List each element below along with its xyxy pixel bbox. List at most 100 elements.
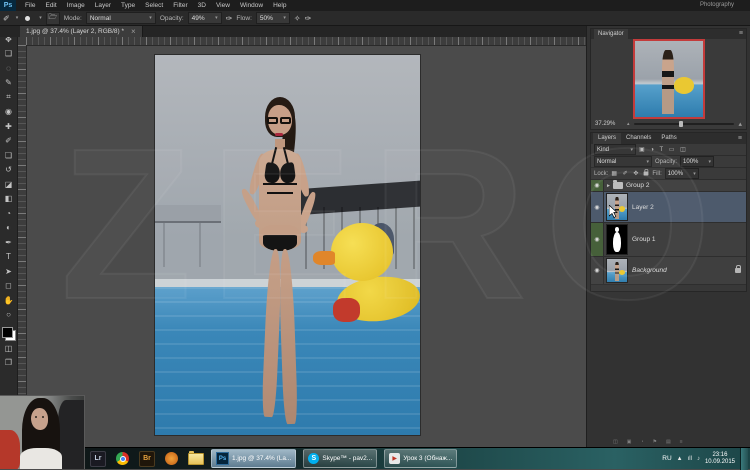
taskbar-photoshop-button[interactable]: Ps 1.jpg @ 37.4% (La... xyxy=(211,449,297,468)
tool-type[interactable]: T xyxy=(2,250,16,265)
tool-blur[interactable]: ◔ xyxy=(2,206,16,221)
workspace-switcher[interactable]: Photography xyxy=(700,0,734,11)
foreground-color-swatch[interactable] xyxy=(1,327,13,338)
brush-preview-icon[interactable] xyxy=(25,15,31,21)
menu-window[interactable]: Window xyxy=(235,0,268,11)
tool-marquee[interactable]: ❑ xyxy=(2,47,16,62)
lightroom-icon[interactable]: Lr xyxy=(90,450,106,467)
mode-select[interactable]: Normal ▾ xyxy=(85,12,156,24)
airbrush-icon[interactable]: ✧ xyxy=(294,12,301,25)
mini-icon[interactable]: ◔ xyxy=(640,439,643,445)
layer-row-background[interactable]: ◉ Background xyxy=(591,257,746,285)
fill-field[interactable]: 100% ▾ xyxy=(664,168,699,179)
menu-image[interactable]: Image xyxy=(62,0,90,11)
layer-row-group-2[interactable]: ◉ ► Group 2 xyxy=(591,180,746,192)
zoom-out-icon[interactable]: ▴ xyxy=(627,121,630,127)
tool-pen[interactable]: ✒ xyxy=(2,235,16,250)
navigator-zoom-slider[interactable] xyxy=(633,121,735,127)
horizontal-ruler[interactable] xyxy=(26,37,586,46)
tool-path-selection[interactable]: ➤ xyxy=(2,264,16,279)
close-icon[interactable]: × xyxy=(131,27,136,37)
canvas-area[interactable] xyxy=(18,37,586,447)
tool-lasso[interactable]: ◌ xyxy=(2,61,16,76)
lock-option-icons[interactable]: ▦ ✐ ✥ xyxy=(611,170,640,177)
tool-quick-selection[interactable]: ✎ xyxy=(2,76,16,91)
layers-opacity-field[interactable]: 100% ▾ xyxy=(680,156,715,167)
pressure-size-icon[interactable]: ✑ xyxy=(305,12,312,25)
tool-crop[interactable]: ⌗ xyxy=(2,90,16,105)
navigator-zoom-value[interactable]: 37.29% xyxy=(595,121,623,127)
blend-mode-select[interactable]: Normal ▾ xyxy=(594,156,652,167)
volume-icon[interactable]: ♪ xyxy=(697,456,700,462)
tool-history-brush[interactable]: ↺ xyxy=(2,163,16,178)
tool-dodge[interactable]: ◐ xyxy=(2,221,16,236)
menu-layer[interactable]: Layer xyxy=(90,0,116,11)
navigator-panel-menu-icon[interactable]: ≡ xyxy=(739,29,743,39)
layers-panel-menu-icon[interactable]: ≡ xyxy=(738,134,744,144)
menu-file[interactable]: File xyxy=(20,0,40,11)
zoom-in-icon[interactable]: ▴ xyxy=(738,120,742,128)
explorer-folder-icon[interactable] xyxy=(188,450,204,465)
pressure-opacity-icon[interactable]: ✑ xyxy=(226,12,233,25)
mini-icon[interactable]: ◫ xyxy=(613,439,618,445)
document-tab[interactable]: 1.jpg @ 37.4% (Layer 2, RGB/8) * × xyxy=(20,26,143,37)
tool-shape[interactable]: ◻ xyxy=(2,279,16,294)
menu-edit[interactable]: Edit xyxy=(40,0,61,11)
menu-help[interactable]: Help xyxy=(268,0,291,11)
expand-triangle-icon[interactable]: ► xyxy=(606,183,611,189)
layer-row-group-1[interactable]: ◉ Group 1 xyxy=(591,223,746,257)
chrome-icon[interactable] xyxy=(116,452,129,465)
filter-kind-select[interactable]: Kind ▾ xyxy=(594,144,636,155)
hidden-icons-arrow[interactable]: ▲ xyxy=(677,456,683,462)
tool-clone-stamp[interactable]: ❏ xyxy=(2,148,16,163)
menu-filter[interactable]: Filter xyxy=(168,0,192,11)
document-image[interactable] xyxy=(155,55,420,435)
visibility-toggle[interactable]: ◉ xyxy=(591,180,604,191)
tool-zoom[interactable]: ○ xyxy=(2,308,16,323)
tab-channels[interactable]: Channels xyxy=(621,133,656,144)
menu-view[interactable]: View xyxy=(211,0,235,11)
tool-preset-caret[interactable]: ▾ xyxy=(16,15,19,21)
clock[interactable]: 23:16 10.09.2015 xyxy=(705,452,735,466)
vertical-ruler[interactable] xyxy=(18,45,27,447)
brush-panel-toggle-icon[interactable]: 🗁 xyxy=(45,11,60,25)
visibility-toggle[interactable]: ◉ xyxy=(591,223,604,256)
lock-all-icon[interactable] xyxy=(644,169,649,176)
tool-brush[interactable]: ✐ xyxy=(2,134,16,149)
tool-hand[interactable]: ✋ xyxy=(2,293,16,308)
layer-thumbnail[interactable] xyxy=(606,258,628,283)
tab-navigator[interactable]: Navigator xyxy=(594,29,628,39)
flow-field[interactable]: 50% ▾ xyxy=(255,12,290,24)
tool-gradient[interactable]: ◧ xyxy=(2,192,16,207)
taskbar-skype-button[interactable]: S Skype™ - pav2... xyxy=(303,449,378,468)
show-desktop-button[interactable] xyxy=(740,447,748,470)
menu-type[interactable]: Type xyxy=(116,0,140,11)
menu-select[interactable]: Select xyxy=(140,0,168,11)
screen-mode-button[interactable]: ❐ xyxy=(2,356,16,371)
language-indicator[interactable]: RU xyxy=(662,455,671,462)
menu-3d[interactable]: 3D xyxy=(193,0,211,11)
layer-mask-thumbnail[interactable] xyxy=(606,224,628,255)
mini-icon[interactable]: ▣ xyxy=(627,439,632,445)
filter-type-icons[interactable]: ▣ ◑ T ▭ ◫ xyxy=(639,146,688,153)
opacity-field[interactable]: 49% ▾ xyxy=(187,12,222,24)
brush-picker-caret[interactable]: ▾ xyxy=(39,15,42,21)
mini-icon[interactable]: ≡ xyxy=(680,439,683,445)
tool-healing-brush[interactable]: ✚ xyxy=(2,119,16,134)
navigator-proxy-view[interactable] xyxy=(632,39,705,119)
zoom-slider-handle[interactable] xyxy=(678,121,683,127)
visibility-toggle[interactable]: ◉ xyxy=(591,192,604,222)
mini-icon[interactable]: ▤ xyxy=(666,439,671,445)
taskbar-lesson-button[interactable]: ▶ Урок 3 (Обнаж... xyxy=(384,449,458,468)
quick-mask-button[interactable]: ◫ xyxy=(2,341,16,356)
brush-tool-icon[interactable]: ✐ xyxy=(3,12,10,25)
app-icon[interactable] xyxy=(165,452,178,465)
mini-icon[interactable]: ⚑ xyxy=(653,439,657,445)
tab-paths[interactable]: Paths xyxy=(656,133,681,144)
visibility-toggle[interactable]: ◉ xyxy=(591,257,604,284)
bridge-icon[interactable]: Br xyxy=(139,450,155,467)
tool-eyedropper[interactable]: ◉ xyxy=(2,105,16,120)
network-icon[interactable]: ıll xyxy=(688,456,692,462)
tool-eraser[interactable]: ◪ xyxy=(2,177,16,192)
color-swatches[interactable] xyxy=(1,327,16,341)
